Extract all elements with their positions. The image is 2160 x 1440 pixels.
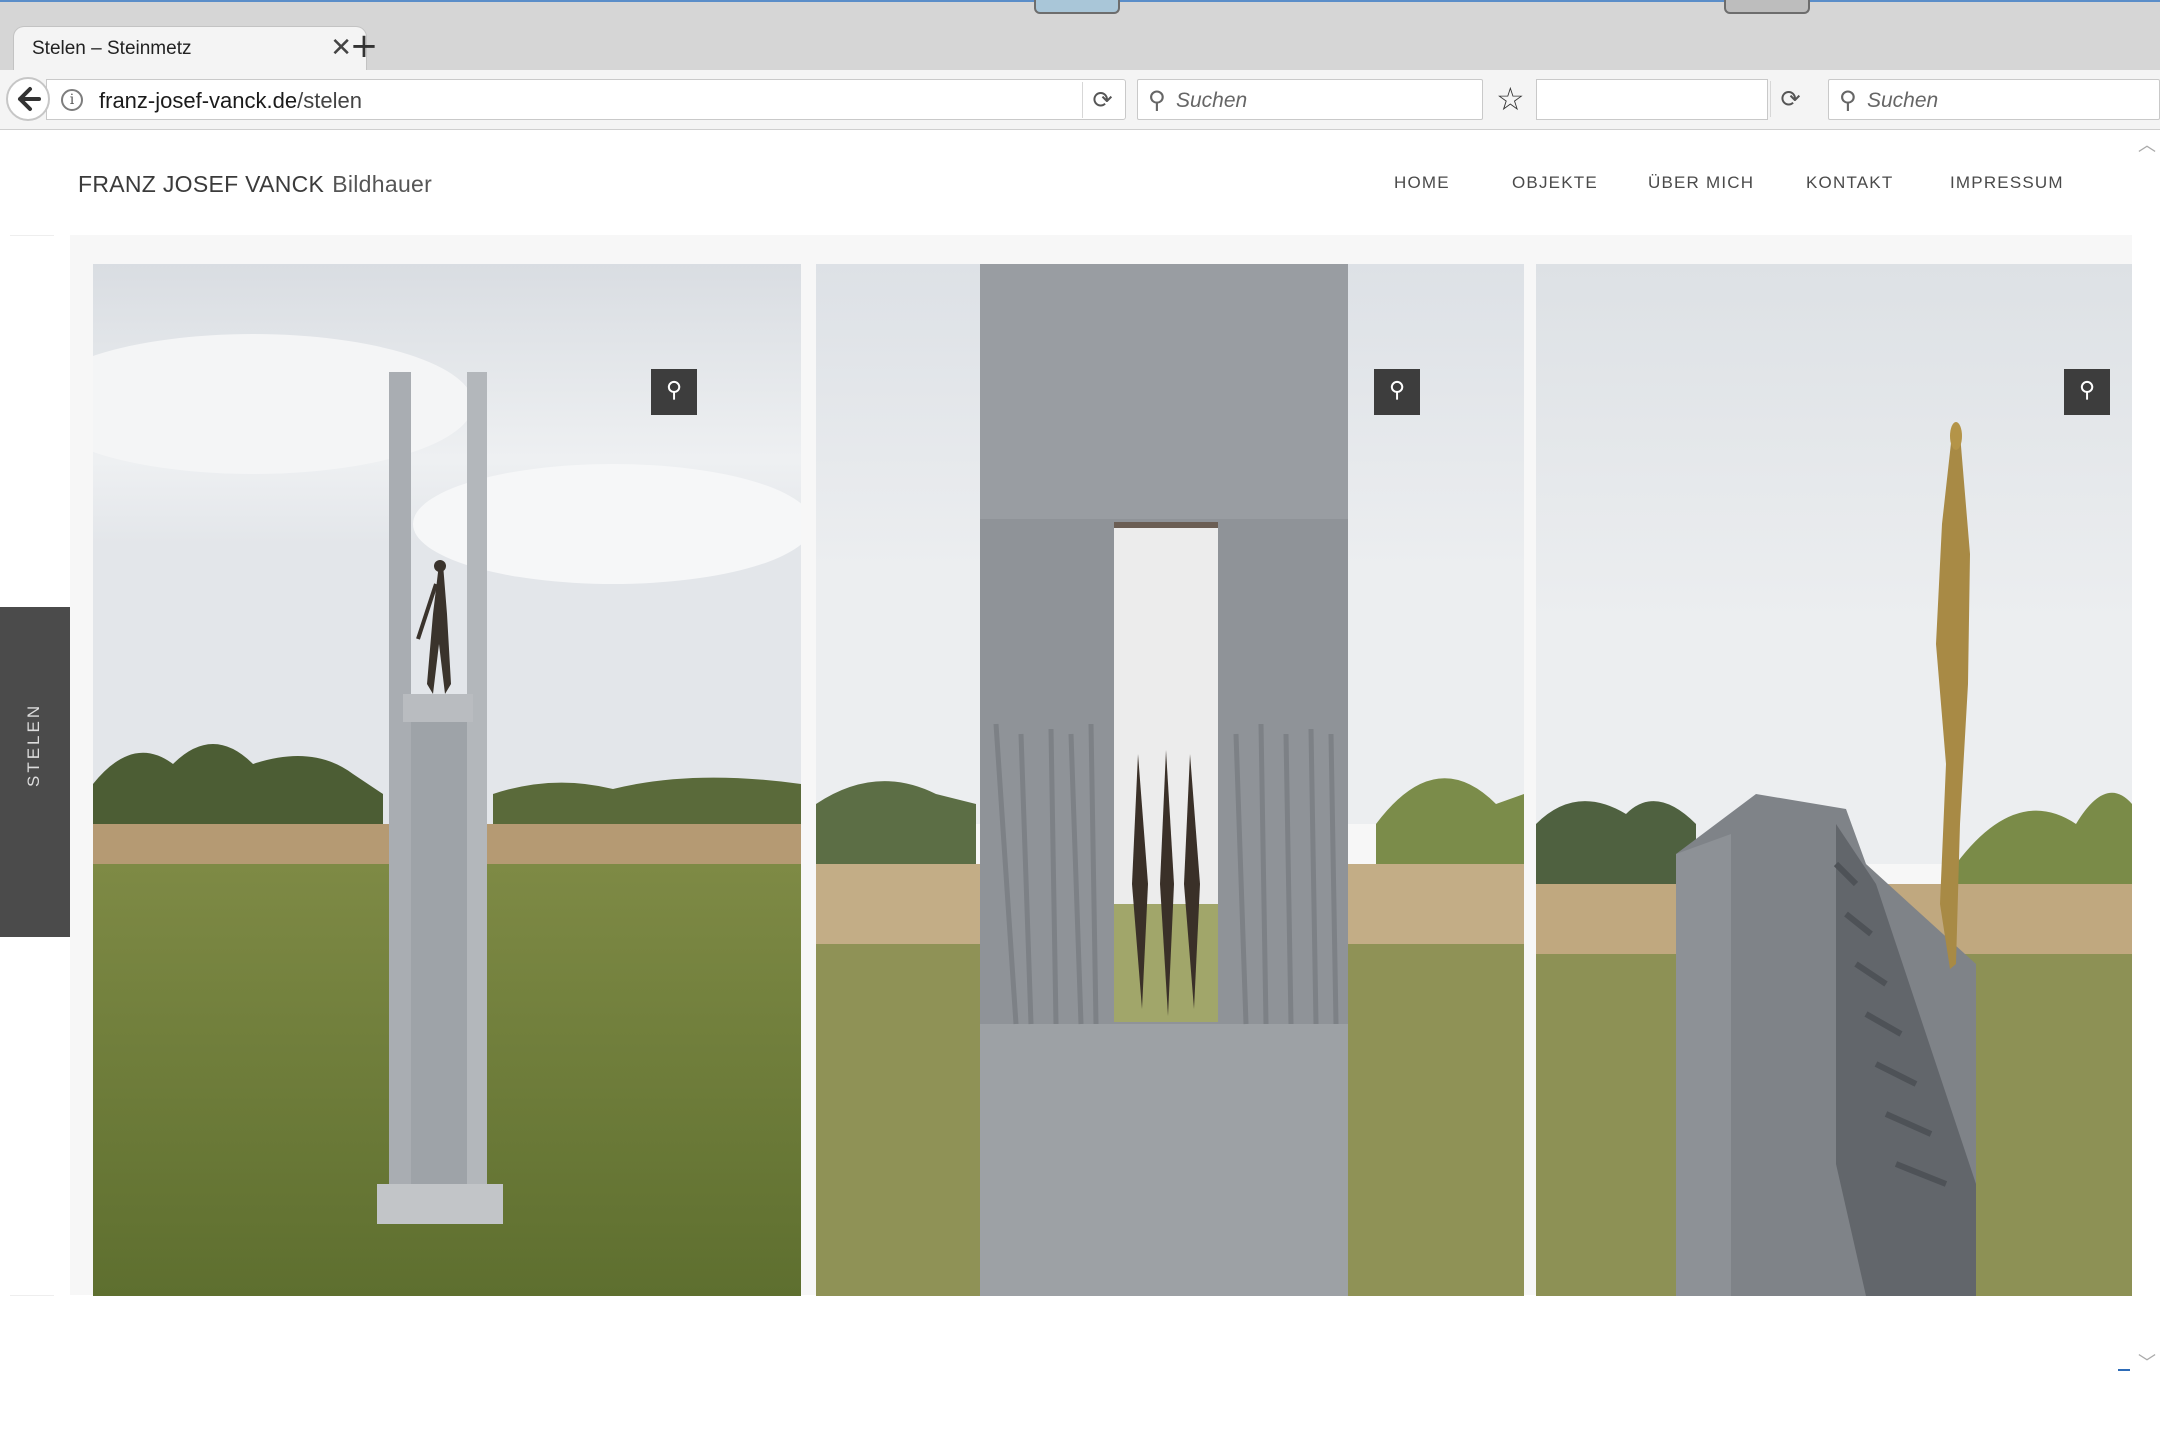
url-domain: franz-josef-vanck.de xyxy=(99,88,298,113)
zoom-button[interactable]: ⚲ xyxy=(1374,369,1420,415)
brand-subtitle: Bildhauer xyxy=(332,171,433,197)
web-page: FRANZ JOSEF VANCK Bildhauer HOME OBJEKTE … xyxy=(0,131,2160,1440)
search-input-secondary[interactable]: ⚲ Suchen xyxy=(1828,79,2160,120)
window-handle-secondary[interactable] xyxy=(1724,0,1810,14)
gallery-image-3[interactable]: ⚲ xyxy=(1536,264,2132,1296)
nav-objekte[interactable]: OBJEKTE xyxy=(1512,173,1598,193)
new-tab-button[interactable]: + xyxy=(349,28,379,64)
brand-name: FRANZ JOSEF VANCK xyxy=(78,171,325,197)
address-bar[interactable]: i franz-josef-vanck.de/stelen ⟳ xyxy=(46,79,1126,120)
browser-chrome: Stelen – Steinmetz ✕ + i franz-josef-van… xyxy=(0,0,2160,130)
magnifier-icon: ⚲ xyxy=(2078,378,2096,403)
divider xyxy=(10,235,54,236)
bookmark-star-icon[interactable]: ☆ xyxy=(1496,82,1525,116)
tab-title: Stelen – Steinmetz xyxy=(32,38,192,59)
search-icon: ⚲ xyxy=(1148,86,1166,114)
side-tab-stelen[interactable]: STELEN xyxy=(0,607,70,937)
page-scrollbar[interactable]: ︿ ﹀ xyxy=(2132,131,2160,1411)
arrow-left-icon xyxy=(18,87,41,111)
reload-icon[interactable]: ⟳ xyxy=(1082,82,1122,118)
nav-home[interactable]: HOME xyxy=(1394,173,1450,193)
url-path: stelen xyxy=(303,88,362,113)
side-tab-label: STELEN xyxy=(24,702,43,787)
reload-icon-secondary[interactable]: ⟳ xyxy=(1770,81,1810,117)
scroll-indicator xyxy=(2118,1369,2130,1371)
divider xyxy=(10,1295,54,1296)
browser-tab[interactable]: Stelen – Steinmetz ✕ xyxy=(14,27,366,70)
url-text[interactable]: franz-josef-vanck.de/stelen xyxy=(99,88,362,114)
stele-photo-2 xyxy=(816,264,1524,1296)
gallery-image-1[interactable]: ⚲ xyxy=(93,264,801,1296)
zoom-button[interactable]: ⚲ xyxy=(651,369,697,415)
navigation-toolbar: i franz-josef-vanck.de/stelen ⟳ ⚲ Suchen… xyxy=(0,70,2160,130)
search-input[interactable]: ⚲ Suchen xyxy=(1137,79,1483,120)
zoom-button[interactable]: ⚲ xyxy=(2064,369,2110,415)
info-icon[interactable]: i xyxy=(61,89,83,111)
chevron-up-icon[interactable]: ︿ xyxy=(2138,131,2156,157)
magnifier-icon: ⚲ xyxy=(665,378,683,403)
stele-photo-1 xyxy=(93,264,801,1296)
gallery-image-2[interactable]: ⚲ xyxy=(816,264,1524,1296)
magnifier-icon: ⚲ xyxy=(1388,378,1406,403)
site-header: FRANZ JOSEF VANCK Bildhauer HOME OBJEKTE … xyxy=(0,131,2132,235)
search-placeholder: Suchen xyxy=(1176,89,1248,112)
stele-photo-3 xyxy=(1536,264,2132,1296)
window-handle[interactable] xyxy=(1034,0,1120,14)
nav-ueber-mich[interactable]: ÜBER MICH xyxy=(1648,173,1754,193)
chevron-down-icon[interactable]: ﹀ xyxy=(2138,1349,2156,1375)
address-bar-secondary[interactable] xyxy=(1536,79,1768,120)
site-logo[interactable]: FRANZ JOSEF VANCK Bildhauer xyxy=(78,171,432,198)
search-icon-secondary: ⚲ xyxy=(1839,86,1857,114)
back-button[interactable] xyxy=(6,77,50,121)
nav-kontakt[interactable]: KONTAKT xyxy=(1806,173,1893,193)
nav-impressum[interactable]: IMPRESSUM xyxy=(1950,173,2064,193)
search-placeholder-secondary: Suchen xyxy=(1867,89,1939,112)
